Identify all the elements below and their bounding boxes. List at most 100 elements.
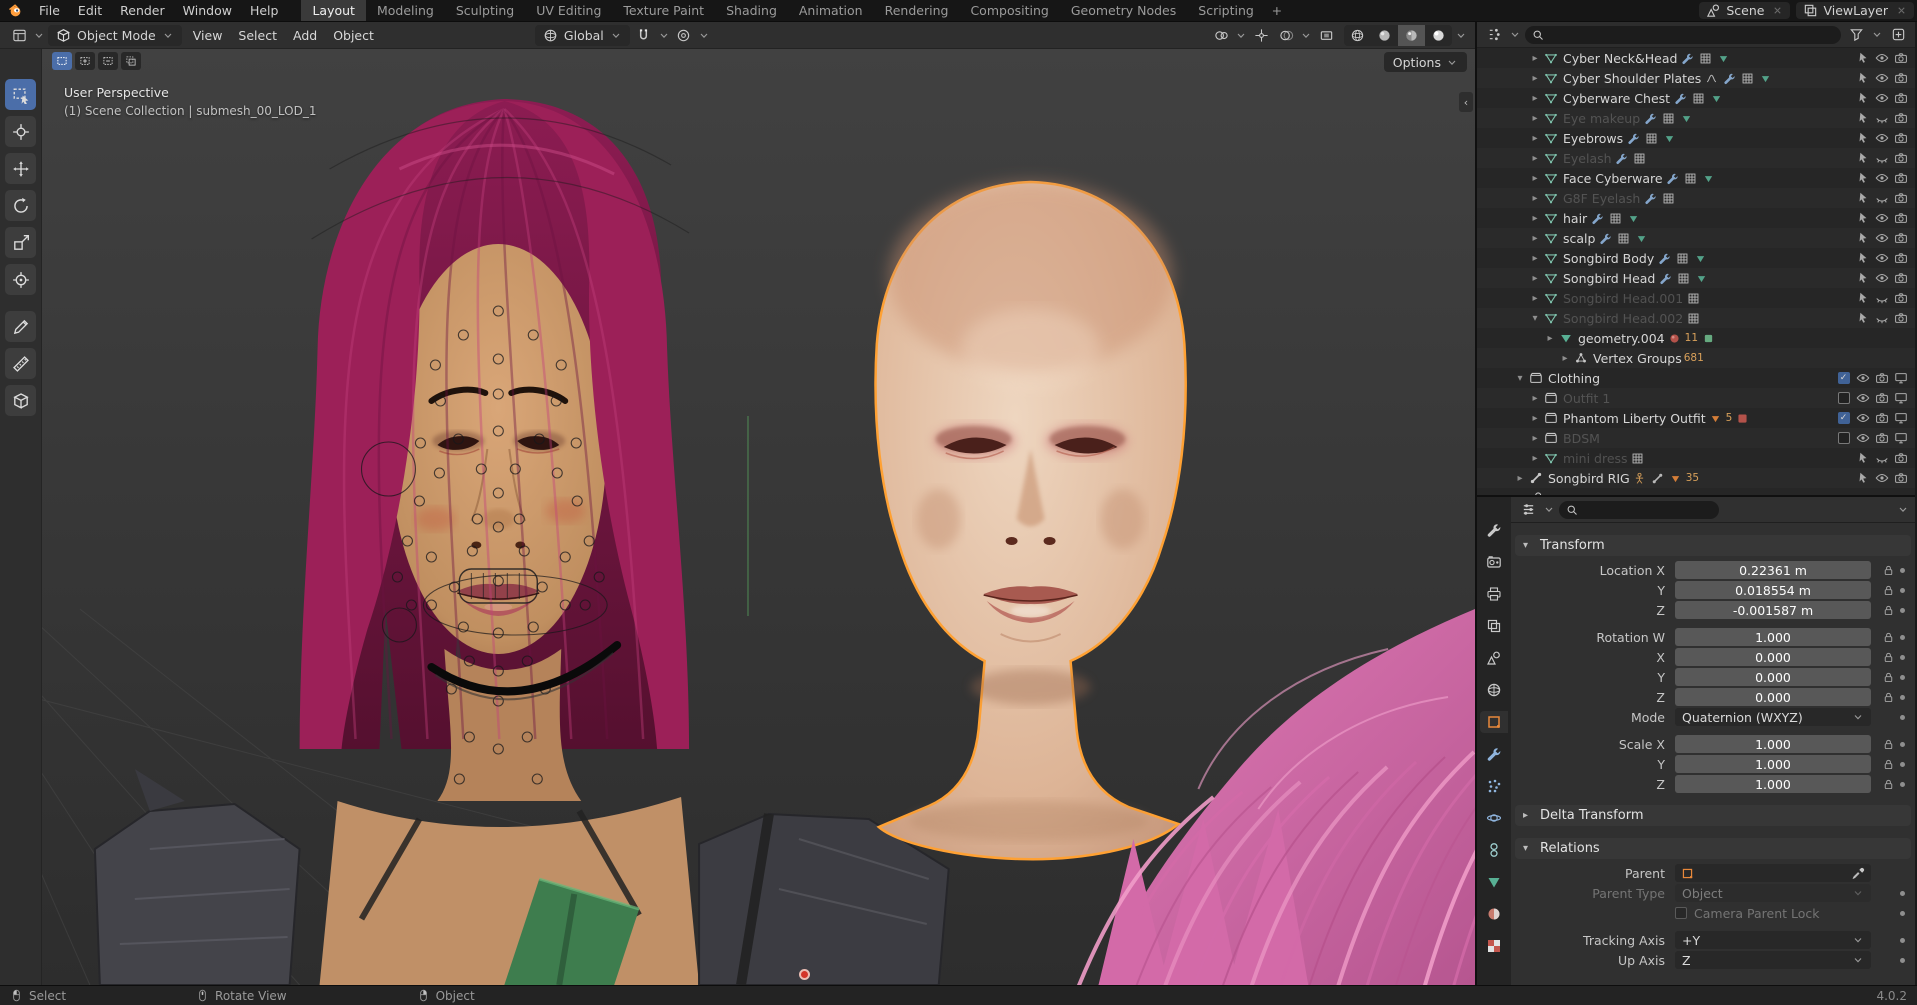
selectable-toggle[interactable] bbox=[1853, 291, 1872, 305]
proportional-edit-toggle[interactable] bbox=[673, 25, 695, 46]
tool-add-cube[interactable] bbox=[5, 385, 36, 416]
outliner-item-label[interactable]: Songbird Head.002 bbox=[1563, 311, 1683, 326]
hide-viewport-toggle[interactable] bbox=[1872, 151, 1891, 165]
workspace-tab-animation[interactable]: Animation bbox=[788, 0, 874, 21]
select-mode-new-button[interactable] bbox=[52, 52, 72, 70]
workspace-tab-compositing[interactable]: Compositing bbox=[959, 0, 1059, 21]
lock-icon[interactable] bbox=[1882, 778, 1895, 791]
tool-scale[interactable] bbox=[5, 227, 36, 258]
selectable-toggle[interactable] bbox=[1853, 111, 1872, 125]
proportional-caret-icon[interactable] bbox=[698, 28, 710, 43]
outliner-item-label[interactable]: Clothing bbox=[1548, 371, 1600, 386]
outliner-item-label[interactable]: geometry.004 bbox=[1578, 331, 1665, 346]
workspace-tab-texture-paint[interactable]: Texture Paint bbox=[612, 0, 715, 21]
expand-arrow[interactable]: ▸ bbox=[1528, 113, 1542, 124]
animate-dot[interactable] bbox=[1900, 938, 1905, 943]
hide-viewport-toggle[interactable] bbox=[1872, 471, 1891, 485]
viewlayer-selector[interactable]: ViewLayer bbox=[1796, 2, 1914, 19]
tool-transform[interactable] bbox=[5, 264, 36, 295]
animate-dot[interactable] bbox=[1900, 891, 1905, 896]
outliner-item-label[interactable]: BDSM bbox=[1563, 431, 1600, 446]
expand-arrow[interactable]: ▸ bbox=[1528, 293, 1542, 304]
disable-render-toggle[interactable] bbox=[1891, 131, 1910, 145]
outliner-search-input[interactable] bbox=[1525, 26, 1841, 44]
expand-arrow[interactable]: ▸ bbox=[1528, 253, 1542, 264]
outliner-item-label[interactable]: G8F Eyelash bbox=[1563, 191, 1640, 206]
hide-viewport-toggle[interactable] bbox=[1872, 191, 1891, 205]
outliner-editor-type-button[interactable] bbox=[1483, 24, 1505, 45]
selectable-toggle[interactable] bbox=[1853, 251, 1872, 265]
expand-arrow[interactable]: ▸ bbox=[1543, 333, 1557, 344]
rig-control-dot[interactable] bbox=[799, 969, 810, 980]
outliner-row-clothing[interactable]: ▾ Clothing ✓ bbox=[1477, 368, 1915, 388]
selectable-toggle[interactable] bbox=[1853, 51, 1872, 65]
expand-arrow[interactable]: ▸ bbox=[1528, 433, 1542, 444]
selectable-toggle[interactable] bbox=[1853, 151, 1872, 165]
hide-viewport-toggle[interactable] bbox=[1872, 251, 1891, 265]
properties-editor-type-button[interactable] bbox=[1517, 499, 1539, 520]
lock-icon[interactable] bbox=[1882, 631, 1895, 644]
expand-arrow[interactable]: ▸ bbox=[1528, 53, 1542, 64]
editor-type-caret-icon[interactable] bbox=[1509, 27, 1521, 42]
visibility-caret-icon[interactable] bbox=[1235, 28, 1247, 43]
rotation-w-field[interactable]: 1.000 bbox=[1675, 628, 1871, 646]
hide-screen-toggle[interactable] bbox=[1891, 431, 1910, 445]
animate-dot[interactable] bbox=[1900, 782, 1905, 787]
disable-render-toggle[interactable] bbox=[1872, 371, 1891, 385]
disable-render-toggle[interactable] bbox=[1891, 311, 1910, 325]
parent-field[interactable] bbox=[1675, 864, 1871, 882]
outliner-item-label[interactable]: hair bbox=[1563, 211, 1587, 226]
expand-arrow[interactable]: ▸ bbox=[1528, 193, 1542, 204]
outliner-row-songbird-head-001[interactable]: ▸ Songbird Head.001 bbox=[1477, 288, 1915, 308]
sidebar-toggle[interactable]: ‹ bbox=[1459, 92, 1473, 112]
select-mode-extend-button[interactable] bbox=[75, 52, 95, 70]
animate-dot[interactable] bbox=[1900, 655, 1905, 660]
selectable-toggle[interactable] bbox=[1853, 231, 1872, 245]
viewport-menu-add[interactable]: Add bbox=[285, 28, 325, 43]
x-field[interactable]: 0.000 bbox=[1675, 648, 1871, 666]
disable-render-toggle[interactable] bbox=[1872, 431, 1891, 445]
properties-tab-material[interactable] bbox=[1480, 903, 1508, 925]
outliner-row-eyelash[interactable]: ▸Eyelash bbox=[1477, 148, 1915, 168]
outliner-row-mini-dress[interactable]: ▸mini dress bbox=[1477, 448, 1915, 468]
outliner-row-g8f-eyelash[interactable]: ▸ G8F Eyelash bbox=[1477, 188, 1915, 208]
hide-viewport-toggle[interactable] bbox=[1872, 131, 1891, 145]
tool-move[interactable] bbox=[5, 153, 36, 184]
outliner-item-label[interactable]: mini dress bbox=[1563, 451, 1628, 466]
section-delta-transform[interactable]: ▸Delta Transform bbox=[1515, 805, 1911, 826]
mode-dropdown[interactable]: Quaternion (WXYZ) bbox=[1675, 708, 1871, 726]
selectable-toggle[interactable] bbox=[1853, 471, 1872, 485]
outliner-row-songbird-head-002[interactable]: ▾ Songbird Head.002 bbox=[1477, 308, 1915, 328]
properties-tab-data[interactable] bbox=[1480, 871, 1508, 893]
show-overlays-toggle[interactable] bbox=[1275, 25, 1297, 46]
camera-parent-lock-checkbox[interactable] bbox=[1675, 907, 1687, 919]
expand-arrow[interactable]: ▾ bbox=[1528, 313, 1542, 324]
disable-render-toggle[interactable] bbox=[1891, 251, 1910, 265]
scene-selector[interactable]: Scene bbox=[1699, 2, 1790, 19]
outliner-item-label[interactable]: Songbird Head.001 bbox=[1563, 291, 1683, 306]
outliner-item-label[interactable]: Songbird Head bbox=[1563, 271, 1655, 286]
properties-tab-object[interactable] bbox=[1480, 711, 1508, 733]
y-field[interactable]: 0.018554 m bbox=[1675, 581, 1871, 599]
workspace-tab-rendering[interactable]: Rendering bbox=[874, 0, 960, 21]
outliner-row-item[interactable]: ▸ bbox=[1477, 488, 1915, 495]
outliner-row-outfit-1[interactable]: ▸Outfit 1 bbox=[1477, 388, 1915, 408]
up-axis-dropdown[interactable]: Z bbox=[1675, 951, 1871, 969]
workspace-tab-scripting[interactable]: Scripting bbox=[1187, 0, 1265, 21]
outliner-row-eye-makeup[interactable]: ▸Eye makeup bbox=[1477, 108, 1915, 128]
animate-dot[interactable] bbox=[1900, 675, 1905, 680]
viewport-menu-select[interactable]: Select bbox=[230, 28, 285, 43]
section-relations[interactable]: ▾Relations bbox=[1515, 838, 1911, 859]
overlays-caret-icon[interactable] bbox=[1300, 28, 1312, 43]
lock-icon[interactable] bbox=[1882, 671, 1895, 684]
lock-icon[interactable] bbox=[1882, 691, 1895, 704]
z-field[interactable]: 0.000 bbox=[1675, 688, 1871, 706]
expand-arrow[interactable]: ▾ bbox=[1513, 373, 1527, 384]
editor-type-button[interactable] bbox=[8, 25, 30, 46]
exclude-checkbox[interactable]: ✓ bbox=[1834, 372, 1853, 384]
animate-dot[interactable] bbox=[1900, 635, 1905, 640]
disable-render-toggle[interactable] bbox=[1891, 71, 1910, 85]
outliner-item-label[interactable]: Eyebrows bbox=[1563, 131, 1623, 146]
disable-render-toggle[interactable] bbox=[1891, 171, 1910, 185]
disable-render-toggle[interactable] bbox=[1891, 191, 1910, 205]
